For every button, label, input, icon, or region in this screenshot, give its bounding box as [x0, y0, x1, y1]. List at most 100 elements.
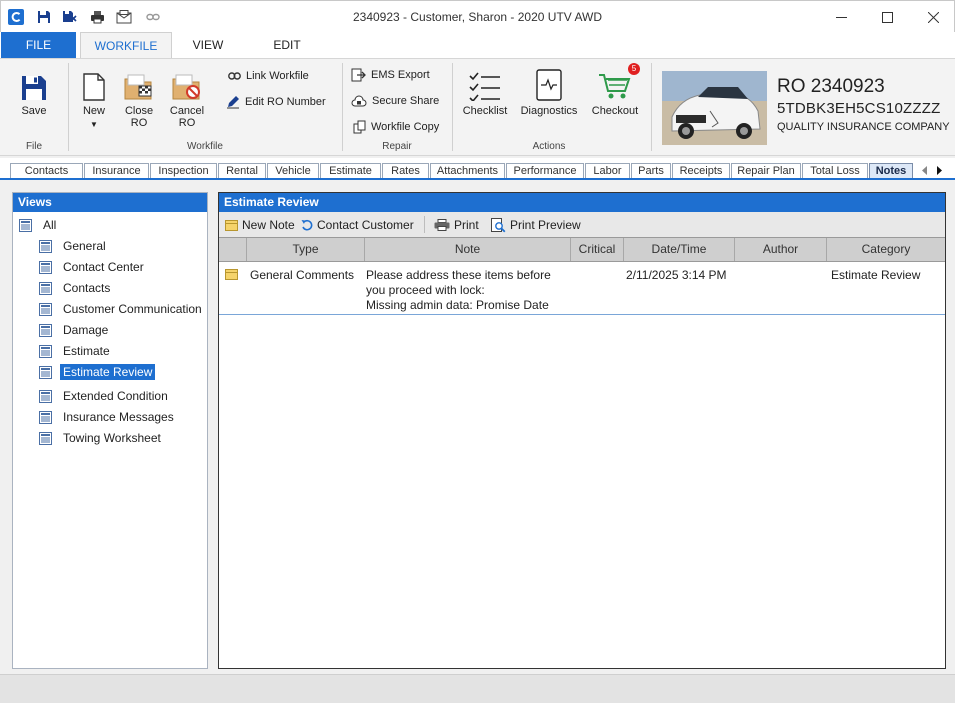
- view-item-contacts[interactable]: Contacts: [39, 279, 113, 297]
- print-preview-button[interactable]: Print Preview: [491, 216, 581, 234]
- ribbon-group-file-label: File: [25, 141, 43, 152]
- checklist-button[interactable]: Checklist: [460, 65, 510, 117]
- view-item-label: Estimate: [63, 344, 110, 358]
- contact-customer-button[interactable]: Contact Customer: [301, 216, 414, 234]
- tab-insurance[interactable]: Insurance: [84, 163, 149, 178]
- new-note-button[interactable]: New Note: [225, 216, 295, 234]
- minimize-button[interactable]: [818, 1, 864, 33]
- new-note-label: New Note: [242, 218, 295, 232]
- tab-total-loss[interactable]: Total Loss: [802, 163, 868, 178]
- column-header-datetime[interactable]: Date/Time: [623, 238, 734, 261]
- column-header-icon: [219, 238, 246, 261]
- tab-scroll-left-icon[interactable]: [919, 164, 931, 176]
- new-button[interactable]: New ▼: [76, 65, 112, 131]
- close-ro-label-line1: Close: [124, 105, 154, 117]
- shopping-cart-icon: 5: [588, 63, 642, 101]
- edit-ro-number-button[interactable]: Edit RO Number: [226, 93, 326, 111]
- ribbon-separator: [342, 63, 343, 151]
- notes-toolbar: New Note Contact Customer Print Print Pr…: [219, 212, 945, 237]
- insurance-company: QUALITY INSURANCE COMPANY: [777, 121, 950, 133]
- tab-attachments[interactable]: Attachments: [430, 163, 505, 178]
- print-label: Print: [454, 218, 479, 232]
- column-header-type[interactable]: Type: [246, 238, 364, 261]
- ro-number: RO 2340923: [777, 76, 885, 97]
- tab-inspection[interactable]: Inspection: [150, 163, 217, 178]
- close-ro-button[interactable]: Close RO: [118, 65, 160, 129]
- checklist-icon: [460, 65, 510, 101]
- new-document-icon: [76, 65, 112, 101]
- view-item-label: Contacts: [63, 281, 111, 295]
- menu-tab-edit[interactable]: EDIT: [252, 32, 322, 58]
- toolbar-separator: [424, 216, 425, 233]
- cloud-lock-icon: [351, 95, 367, 107]
- cell-category: Estimate Review: [831, 268, 921, 282]
- tab-vehicle[interactable]: Vehicle: [267, 163, 319, 178]
- tab-notes[interactable]: Notes: [869, 163, 913, 178]
- view-item-customer-communication[interactable]: Customer Communication: [39, 300, 205, 318]
- print-preview-label: Print Preview: [510, 218, 581, 232]
- link-workfile-button[interactable]: Link Workfile: [228, 67, 309, 85]
- save-button[interactable]: Save: [12, 65, 56, 117]
- printer-icon: [434, 219, 450, 231]
- list-view-icon: [19, 218, 32, 232]
- notes-grid-header: Type Note Critical Date/Time Author Cate…: [219, 237, 945, 262]
- tab-labor[interactable]: Labor: [585, 163, 630, 178]
- list-view-icon: [39, 389, 52, 403]
- view-item-damage[interactable]: Damage: [39, 321, 111, 339]
- view-all[interactable]: All: [19, 216, 59, 234]
- secure-share-button[interactable]: Secure Share: [351, 92, 439, 110]
- ems-export-label: EMS Export: [371, 69, 430, 81]
- undo-arrow-icon: [301, 219, 313, 231]
- view-item-contact-center[interactable]: Contact Center: [39, 258, 147, 276]
- workfile-copy-button[interactable]: Workfile Copy: [353, 118, 439, 136]
- menu-tab-file[interactable]: FILE: [1, 32, 76, 58]
- list-view-icon: [39, 344, 52, 358]
- column-header-critical[interactable]: Critical: [570, 238, 623, 261]
- section-tab-strip: Contacts Insurance Inspection Rental Veh…: [0, 158, 955, 180]
- checkout-badge: 5: [628, 63, 640, 75]
- table-row[interactable]: General Comments Please address these it…: [219, 263, 945, 315]
- tab-scroll-right-icon[interactable]: [933, 164, 945, 176]
- view-item-general[interactable]: General: [39, 237, 109, 255]
- view-item-label: Towing Worksheet: [63, 431, 161, 445]
- view-item-towing-worksheet[interactable]: Towing Worksheet: [39, 429, 164, 447]
- export-icon: [351, 68, 366, 82]
- tab-performance[interactable]: Performance: [506, 163, 584, 178]
- checkout-label: Checkout: [591, 105, 639, 117]
- tab-contacts[interactable]: Contacts: [10, 163, 83, 178]
- ribbon-separator: [651, 63, 652, 151]
- maximize-button[interactable]: [864, 1, 910, 33]
- tab-rates[interactable]: Rates: [382, 163, 429, 178]
- cancel-ro-button[interactable]: Cancel RO: [166, 65, 208, 129]
- save-label: Save: [21, 105, 47, 117]
- save-icon: [12, 65, 56, 101]
- tab-parts[interactable]: Parts: [631, 163, 671, 178]
- menu-tab-workfile[interactable]: WORKFILE: [80, 32, 172, 58]
- view-item-label: Contact Center: [63, 260, 144, 274]
- close-button[interactable]: [910, 1, 955, 33]
- title-bar: 2340923 - Customer, Sharon - 2020 UTV AW…: [0, 0, 955, 32]
- menu-tab-view[interactable]: VIEW: [178, 32, 238, 58]
- view-item-estimate-review[interactable]: Estimate Review: [39, 363, 156, 381]
- column-header-author[interactable]: Author: [734, 238, 826, 261]
- print-button[interactable]: Print: [434, 216, 479, 234]
- new-label: New: [82, 105, 105, 117]
- tab-repair-plan[interactable]: Repair Plan: [731, 163, 801, 178]
- view-item-estimate[interactable]: Estimate: [39, 342, 113, 360]
- vin: 5TDBK3EH5CS10ZZZZ: [777, 100, 941, 117]
- note-icon: [225, 219, 238, 231]
- views-panel: Views All General Contact Center Contact…: [12, 192, 208, 669]
- tab-rental[interactable]: Rental: [218, 163, 266, 178]
- column-header-category[interactable]: Category: [826, 238, 945, 261]
- view-item-extended-condition[interactable]: Extended Condition: [39, 387, 171, 405]
- notes-panel: Estimate Review New Note Contact Custome…: [218, 192, 946, 669]
- diagnostics-button[interactable]: Diagnostics: [517, 65, 581, 117]
- column-header-note[interactable]: Note: [364, 238, 570, 261]
- view-item-label: General: [63, 239, 106, 253]
- tab-receipts[interactable]: Receipts: [672, 163, 730, 178]
- ems-export-button[interactable]: EMS Export: [351, 66, 430, 84]
- secure-share-label: Secure Share: [372, 95, 440, 107]
- view-item-insurance-messages[interactable]: Insurance Messages: [39, 408, 177, 426]
- checkout-button[interactable]: 5 Checkout: [588, 63, 642, 117]
- tab-estimate[interactable]: Estimate: [320, 163, 381, 178]
